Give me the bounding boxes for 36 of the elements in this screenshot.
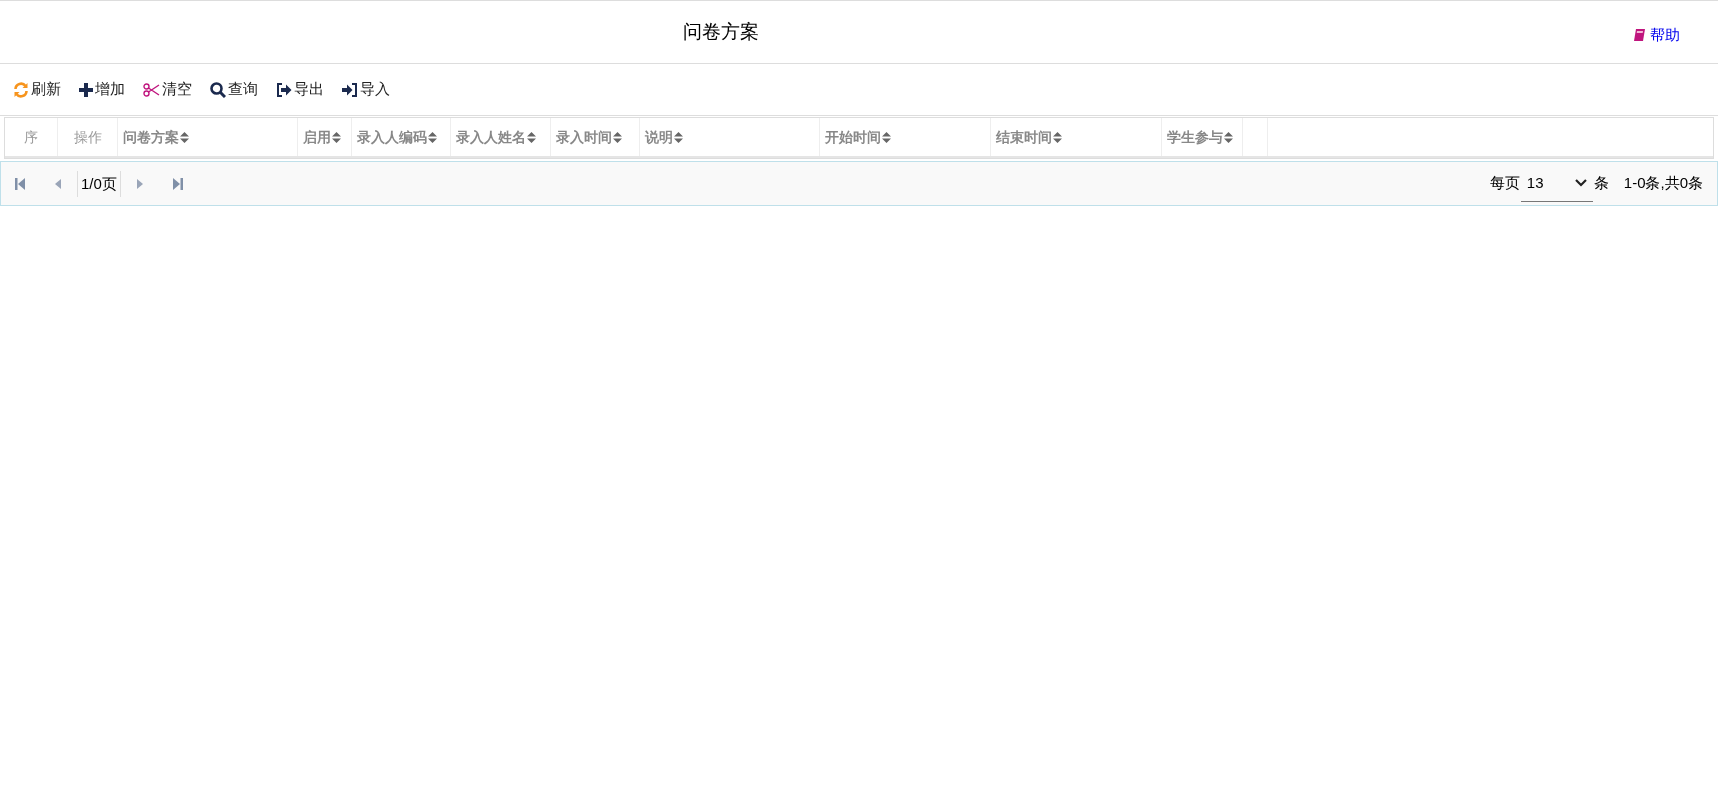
column-header[interactable]: 启用 <box>298 118 352 156</box>
page-title: 问卷方案 <box>683 19 759 44</box>
import-icon <box>342 82 358 97</box>
column-header[interactable]: 结束时间 <box>991 118 1162 156</box>
last-page-icon <box>172 176 183 191</box>
column-header[interactable]: 说明 <box>640 118 820 156</box>
plus-icon <box>79 82 93 97</box>
per-page-label: 每页 <box>1489 173 1520 194</box>
column-header[interactable]: 开始时间 <box>820 118 991 156</box>
search-icon <box>210 81 226 98</box>
column-header: 序 <box>5 118 58 156</box>
previous-icon <box>55 178 61 189</box>
first-page-icon <box>15 176 25 191</box>
import-button[interactable]: 导入 <box>342 77 390 102</box>
column-header[interactable]: 录入人姓名 <box>451 118 551 156</box>
column-header[interactable]: 录入时间 <box>551 118 640 156</box>
refresh-icon <box>13 81 29 98</box>
chevron-down-icon <box>1574 179 1587 187</box>
add-button[interactable]: 增加 <box>79 77 125 102</box>
page-indicator: 1/0页 <box>77 170 121 197</box>
per-page-unit: 条 <box>1593 173 1609 194</box>
export-button[interactable]: 导出 <box>276 77 324 102</box>
clear-button[interactable]: 清空 <box>143 77 192 102</box>
help-link[interactable]: 帮助 <box>1633 24 1680 47</box>
per-page-select[interactable]: 13 <box>1520 165 1593 202</box>
column-header[interactable]: 录入人编码 <box>352 118 451 156</box>
scissors-icon <box>143 82 160 97</box>
search-button[interactable]: 查询 <box>210 77 258 102</box>
book-icon <box>1633 28 1646 43</box>
refresh-button[interactable]: 刷新 <box>13 77 61 102</box>
column-header[interactable]: 问卷方案 <box>118 118 298 156</box>
export-icon <box>276 82 292 97</box>
next-icon <box>136 178 143 189</box>
record-summary: 1-0条,共0条 <box>1623 173 1703 194</box>
column-header: 操作 <box>58 118 118 156</box>
column-header[interactable]: 学生参与 <box>1162 118 1243 156</box>
